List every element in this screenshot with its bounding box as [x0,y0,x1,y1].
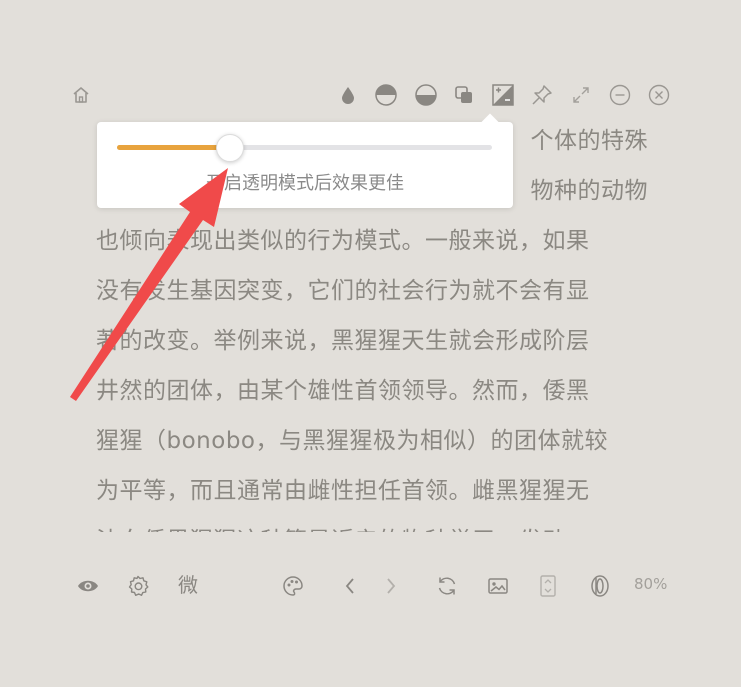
palette-icon[interactable] [281,574,305,598]
pin-icon[interactable] [530,83,554,107]
text-line: 为平等，而且通常由雌性担任首领。雌黑猩猩无 [96,478,590,504]
opacity-slider-fill [117,145,230,150]
brightness-contrast-icon[interactable] [491,83,515,107]
weibo-icon[interactable]: 微 [178,572,204,598]
text-line: 著的改变。举例来说，黑猩猩天生就会形成阶层 [96,328,590,354]
close-icon[interactable] [648,84,670,106]
refresh-icon[interactable] [435,574,459,598]
copy-icon[interactable] [453,84,475,106]
water-drop-icon[interactable] [337,84,359,106]
page-icon[interactable] [537,573,559,599]
image-icon[interactable] [486,574,510,598]
expand-icon[interactable] [570,84,592,106]
gear-icon[interactable] [126,574,150,598]
chevron-left-icon[interactable] [340,575,360,597]
half-circle-top-icon[interactable] [374,83,398,107]
opacity-slider-thumb[interactable] [215,134,244,162]
text-line: 法向倭黑猩猩这种算是近亲的物种学习，发动— [96,516,648,532]
home-icon[interactable] [70,84,92,106]
text-line: 也倾向表现出类似的行为模式。一般来说，如果 [96,228,590,254]
text-line: 井然的团体，由某个雄性首领领导。然而，倭黑 [96,378,590,404]
text-line: 没有发生基因突变，它们的社会行为就不会有显 [96,278,590,304]
eye-icon[interactable] [76,574,100,598]
opacity-slider[interactable] [117,134,492,162]
chevron-right-icon[interactable] [381,575,401,597]
text-line: 猩猩（bonobo，与黑猩猩极为相似）的团体就较 [96,428,608,454]
popup-hint: 开启透明模式后效果更佳 [206,173,404,194]
opacity-popup: 开启透明模式后效果更佳 [97,113,513,208]
half-circle-bottom-icon[interactable] [414,83,438,107]
scroll-icon[interactable] [588,573,612,599]
zoom-level: 80% [634,575,668,593]
minimize-icon[interactable] [609,84,631,106]
